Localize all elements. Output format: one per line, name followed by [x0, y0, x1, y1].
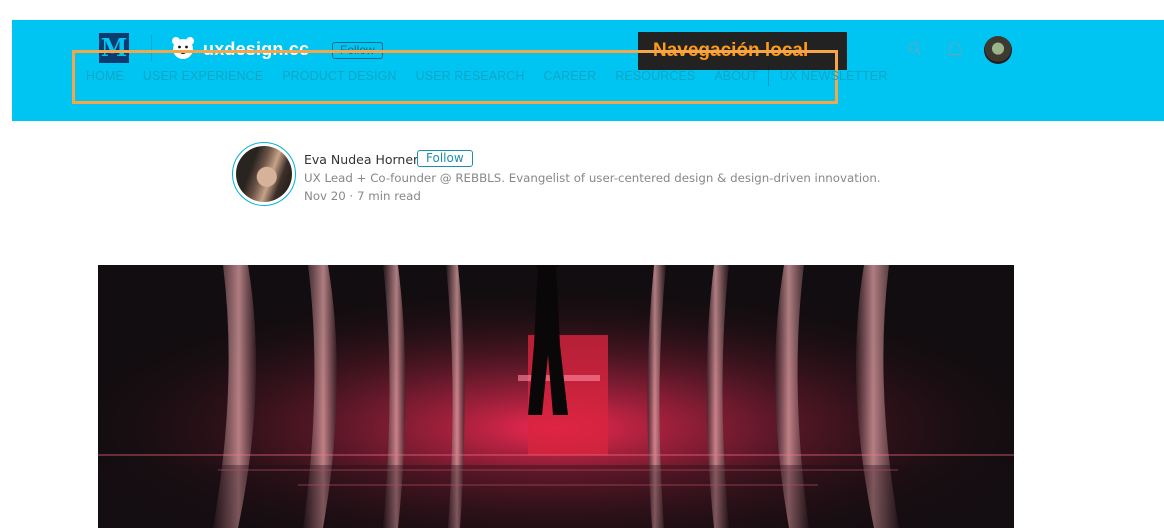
nav-item-product-design[interactable]: PRODUCT DESIGN — [282, 69, 396, 83]
nav-item-resources[interactable]: RESOURCES — [615, 69, 695, 83]
nav-item-career[interactable]: CAREER — [544, 69, 597, 83]
post-meta: Nov 20 · 7 min read — [304, 189, 421, 203]
follow-author-button[interactable]: Follow — [417, 150, 473, 167]
author-avatar[interactable] — [236, 146, 292, 202]
hero-image-graphic — [98, 265, 1014, 528]
local-navigation: HOME USER EXPERIENCE PRODUCT DESIGN USER… — [86, 66, 906, 86]
author-bio: UX Lead + Co-founder @ REBBLS. Evangelis… — [304, 171, 881, 185]
bell-icon[interactable] — [947, 40, 963, 58]
user-avatar[interactable] — [984, 36, 1012, 64]
nav-item-ux-newsletter[interactable]: UX NEWSLETTER — [780, 69, 888, 83]
nav-item-user-research[interactable]: USER RESEARCH — [416, 69, 525, 83]
author-name[interactable]: Eva Nudea Horner — [304, 152, 418, 167]
search-icon[interactable] — [907, 41, 923, 57]
nav-item-about[interactable]: ABOUT — [714, 69, 758, 83]
nav-divider — [767, 66, 769, 86]
hero-image — [98, 265, 1014, 528]
nav-item-home[interactable]: HOME — [86, 69, 124, 83]
nav-item-user-experience[interactable]: USER EXPERIENCE — [143, 69, 263, 83]
